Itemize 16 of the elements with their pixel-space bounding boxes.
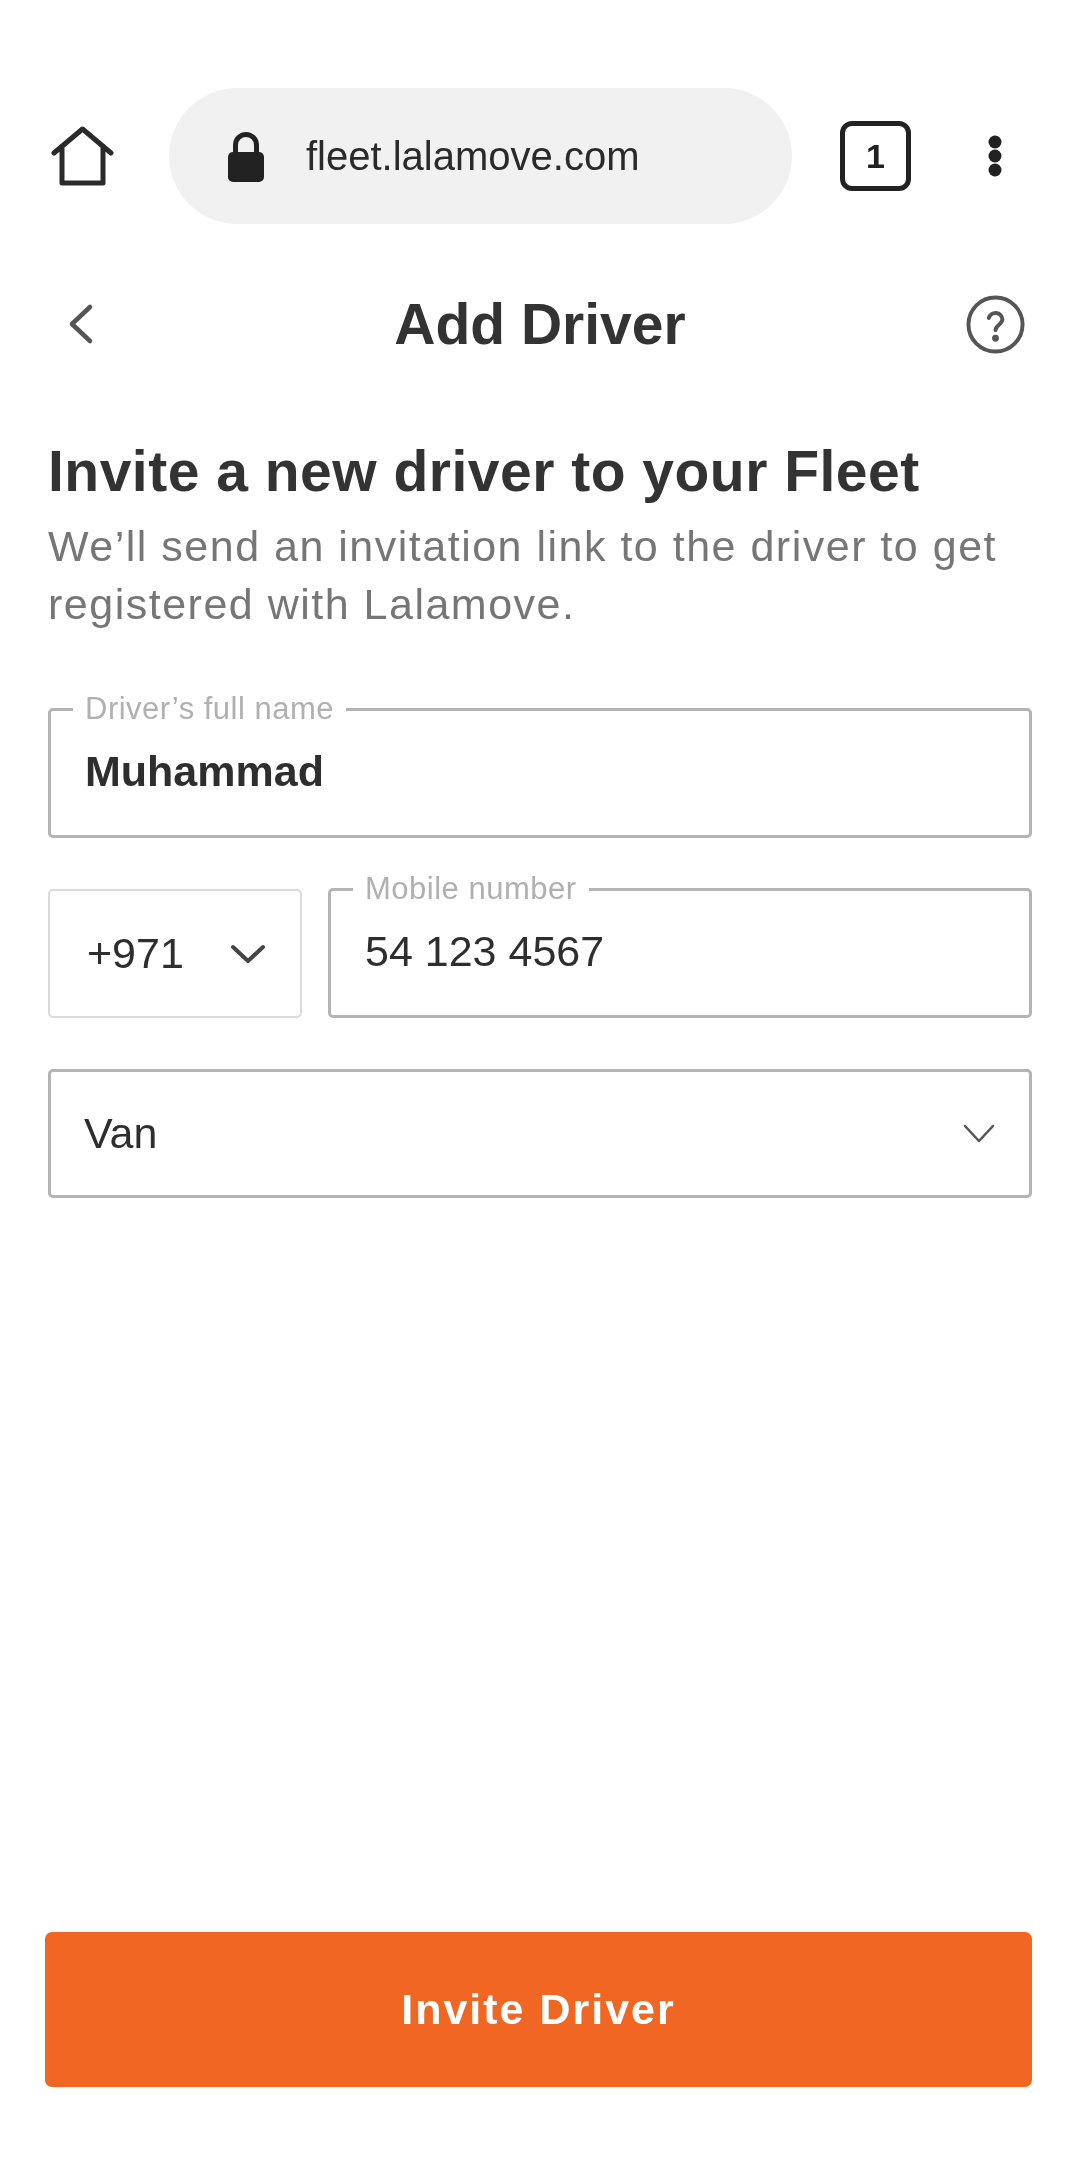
address-bar[interactable]: fleet.lalamove.com bbox=[169, 88, 792, 224]
description-text: We’ll send an invitation link to the driver to get registered with Lalamove. bbox=[48, 521, 998, 630]
chevron-down-icon bbox=[963, 1123, 995, 1144]
chevron-down-icon bbox=[229, 943, 266, 964]
back-icon[interactable] bbox=[67, 303, 94, 345]
country-code-select[interactable]: +971 bbox=[48, 889, 302, 1018]
tab-switcher-button[interactable]: 1 bbox=[840, 121, 911, 191]
lock-icon bbox=[226, 129, 266, 183]
vehicle-type-select[interactable]: Van bbox=[48, 1069, 1032, 1198]
page-title: Add Driver bbox=[394, 292, 686, 356]
section-heading: Invite a new driver to your Fleet bbox=[48, 439, 921, 503]
home-icon[interactable] bbox=[50, 126, 115, 186]
help-icon[interactable] bbox=[966, 294, 1025, 354]
more-menu-icon[interactable] bbox=[988, 135, 1002, 177]
field-label: Mobile number bbox=[364, 871, 578, 907]
field-label: Driver’s full name bbox=[84, 691, 336, 727]
